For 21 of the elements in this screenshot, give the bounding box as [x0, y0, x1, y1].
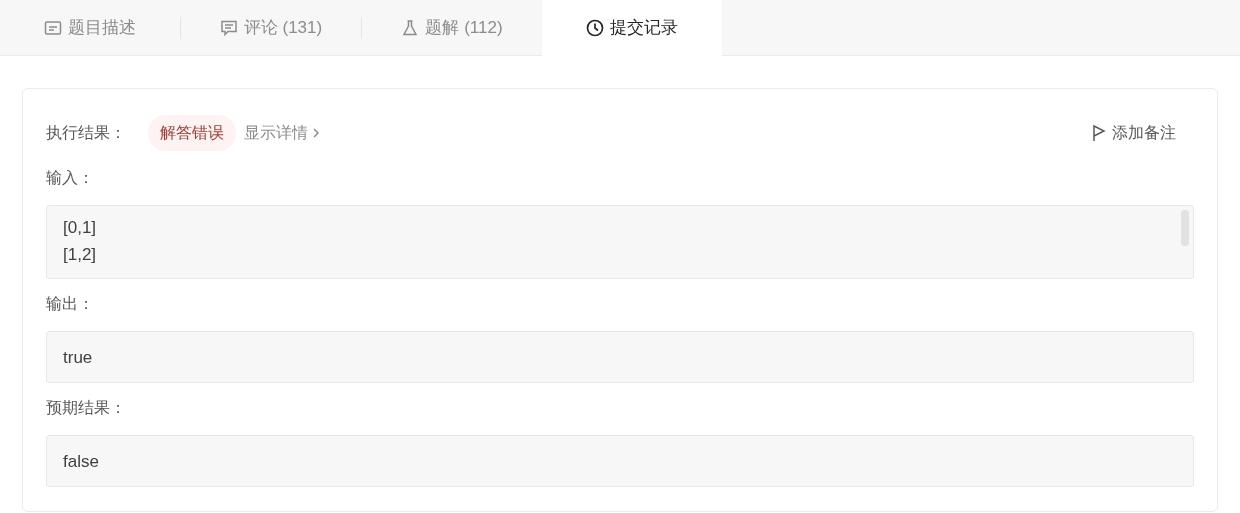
- code-line: false: [63, 450, 99, 473]
- tab[interactable]: 评论 (131): [181, 0, 361, 56]
- section-label: 预期结果：: [46, 398, 127, 418]
- flask-icon: [401, 18, 420, 37]
- status-badge: 解答错误: [148, 115, 236, 151]
- code-line: [0,1]: [63, 217, 98, 239]
- tab[interactable]: 提交记录: [542, 0, 722, 57]
- result-label: 执行结果：: [46, 123, 126, 143]
- code-line: true: [63, 346, 93, 369]
- card-icon: [44, 18, 62, 37]
- section-label: 输出：: [46, 294, 95, 314]
- section-label: 输入：: [46, 168, 95, 188]
- flag-icon: [1092, 124, 1106, 142]
- chevron-icon: [312, 128, 320, 138]
- code-line: [1,2]: [63, 244, 98, 266]
- clock-icon: [586, 19, 604, 37]
- add-note-button[interactable]: 添加备注: [1092, 121, 1176, 145]
- comment-icon: [219, 18, 238, 37]
- tab[interactable]: 题解 (112): [362, 0, 542, 56]
- tab[interactable]: 题目描述: [0, 0, 180, 56]
- details-link[interactable]: 显示详情: [244, 121, 320, 145]
